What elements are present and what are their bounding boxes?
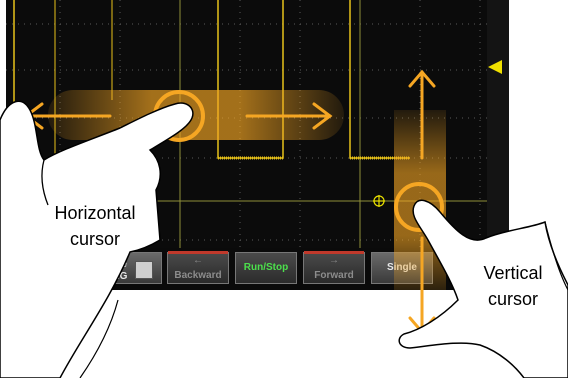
crosshair-icon: [373, 195, 385, 207]
vertical-cursor-callout: Vertical cursor: [483, 263, 543, 309]
overlay-graphics: [0, 0, 568, 378]
triangle-left-icon: [488, 60, 502, 74]
horizontal-cursor-callout: Horizontal cursor: [54, 203, 136, 249]
